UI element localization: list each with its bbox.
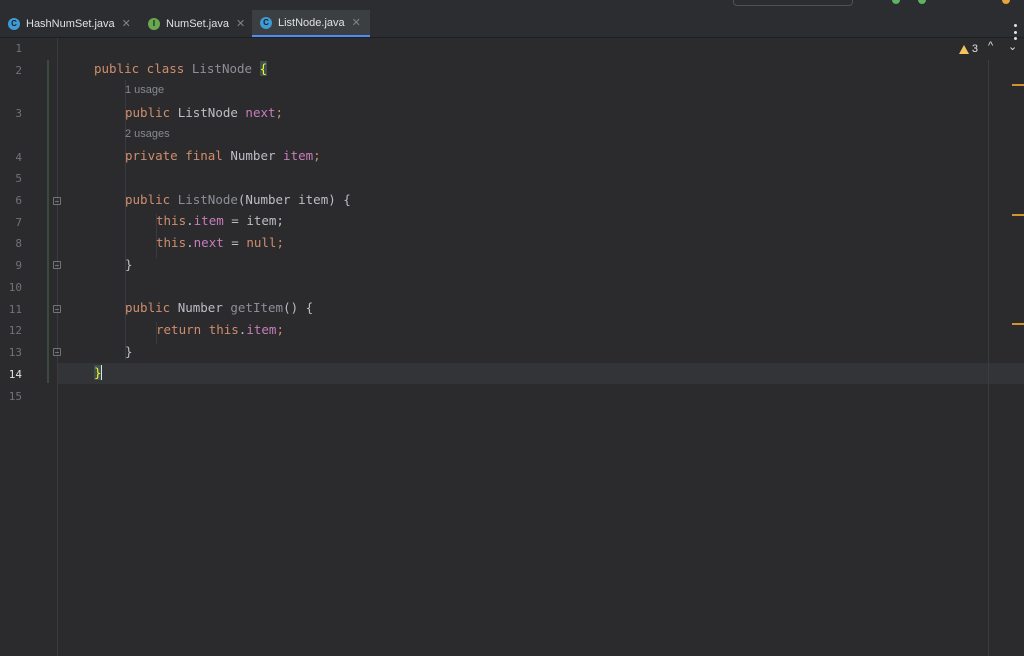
tab-label: NumSet.java bbox=[166, 17, 229, 30]
run-configuration-selector[interactable] bbox=[733, 0, 853, 6]
tab-listnode[interactable]: C ListNode.java ✕ bbox=[252, 10, 370, 37]
type-name: Number bbox=[230, 148, 284, 163]
assignment: = bbox=[223, 235, 247, 250]
field-name: next bbox=[193, 235, 224, 250]
keyword: public bbox=[125, 300, 178, 315]
warning-icon bbox=[958, 44, 969, 54]
line-number: 15 bbox=[8, 390, 22, 403]
line-number: 11 bbox=[8, 303, 22, 316]
line-number: 2 bbox=[15, 64, 22, 77]
tab-label: HashNumSet.java bbox=[26, 17, 115, 30]
line-number: 1 bbox=[15, 42, 22, 55]
debug-icon[interactable] bbox=[918, 0, 926, 4]
field-name: item bbox=[193, 213, 224, 228]
close-icon[interactable]: ✕ bbox=[236, 17, 245, 30]
keyword: this bbox=[156, 213, 187, 228]
code-line-8: this.next = null; bbox=[156, 235, 284, 250]
code-line-3: public ListNode next; bbox=[125, 105, 283, 120]
text-caret bbox=[100, 365, 102, 380]
run-icon[interactable] bbox=[892, 0, 900, 4]
semicolon: ; bbox=[276, 322, 284, 337]
inspection-widget[interactable]: 3 bbox=[958, 43, 978, 55]
field-name: next bbox=[245, 105, 276, 120]
code-line-7: this.item = item; bbox=[156, 213, 284, 228]
main-toolbar bbox=[0, 0, 1024, 10]
warning-stripe-marker[interactable] bbox=[1012, 214, 1024, 216]
keyword: public bbox=[125, 192, 178, 207]
closing-brace: } bbox=[125, 257, 133, 272]
constructor-name: ListNode bbox=[177, 192, 238, 207]
right-margin-guide bbox=[988, 60, 989, 656]
params: () { bbox=[283, 300, 314, 315]
dot: . bbox=[186, 213, 194, 228]
type-name: Number bbox=[177, 300, 231, 315]
usage-hint[interactable]: 1 usage bbox=[125, 84, 164, 96]
semicolon: ; bbox=[313, 148, 321, 163]
line-number: 12 bbox=[8, 324, 22, 337]
editor-tab-bar: C HashNumSet.java ✕ I NumSet.java ✕ C Li… bbox=[0, 10, 1024, 40]
interface-icon: I bbox=[148, 17, 160, 30]
code-line-2: public class ListNode { bbox=[94, 61, 268, 76]
code-editor[interactable]: public class ListNode { 1 usage public L… bbox=[58, 38, 1024, 656]
matched-brace: { bbox=[259, 61, 268, 76]
tab-hashnumset[interactable]: C HashNumSet.java ✕ bbox=[0, 10, 140, 37]
code-line-14: } bbox=[94, 365, 102, 380]
line-number: 9 bbox=[15, 259, 22, 272]
close-icon[interactable]: ✕ bbox=[122, 17, 131, 30]
class-icon: C bbox=[8, 17, 20, 30]
method-name: getItem bbox=[230, 300, 284, 315]
tab-label: ListNode.java bbox=[278, 16, 345, 29]
vcs-change-marker bbox=[47, 60, 49, 383]
field-name: item bbox=[246, 322, 277, 337]
line-number: 7 bbox=[15, 216, 22, 229]
line-number: 5 bbox=[15, 172, 22, 185]
line-number: 4 bbox=[15, 151, 22, 164]
closing-brace: } bbox=[125, 344, 133, 359]
dot: . bbox=[186, 235, 194, 250]
warning-stripe-marker[interactable] bbox=[1012, 84, 1024, 86]
line-number: 13 bbox=[8, 346, 22, 359]
class-name: ListNode bbox=[191, 61, 253, 76]
warning-count: 3 bbox=[971, 43, 978, 55]
code-line-13: } bbox=[125, 344, 133, 359]
type-name: ListNode bbox=[177, 105, 246, 120]
line-number-gutter: 1 2 3 4 5 6 7 8 9 10 11 12 13 14 15 bbox=[0, 38, 61, 656]
field-name: item bbox=[283, 148, 314, 163]
keyword: this bbox=[208, 322, 239, 337]
warning-stripe-marker[interactable] bbox=[1012, 323, 1024, 325]
code-line-4: private final Number item; bbox=[125, 148, 321, 163]
keyword: this bbox=[156, 235, 187, 250]
previous-highlight-button[interactable]: ^ bbox=[988, 40, 993, 52]
line-number: 10 bbox=[8, 281, 22, 294]
class-icon: C bbox=[260, 16, 272, 29]
line-number: 6 bbox=[15, 194, 22, 207]
close-icon[interactable]: ✕ bbox=[352, 16, 361, 29]
next-highlight-button[interactable]: ⌄ bbox=[1008, 40, 1017, 53]
keyword: null bbox=[246, 235, 277, 250]
params: (Number item) { bbox=[237, 192, 351, 207]
code-line-12: return this.item; bbox=[156, 322, 284, 337]
assignment: = item; bbox=[223, 213, 284, 228]
keyword: public bbox=[125, 105, 178, 120]
usage-hint[interactable]: 2 usages bbox=[125, 128, 170, 140]
current-line-highlight bbox=[58, 363, 1024, 384]
keyword: return bbox=[156, 322, 209, 337]
avatar[interactable] bbox=[1002, 0, 1010, 4]
keyword: private final bbox=[125, 148, 231, 163]
code-line-11: public Number getItem() { bbox=[125, 300, 313, 315]
indent-guide bbox=[125, 80, 126, 360]
line-number: 8 bbox=[15, 237, 22, 250]
keyword: public class bbox=[94, 61, 192, 76]
code-line-6: public ListNode(Number item) { bbox=[125, 192, 351, 207]
current-line-number: 14 bbox=[8, 368, 22, 381]
semicolon: ; bbox=[275, 105, 284, 120]
code-line-9: } bbox=[125, 257, 133, 272]
line-number: 3 bbox=[15, 107, 22, 120]
tab-numset[interactable]: I NumSet.java ✕ bbox=[140, 10, 252, 37]
semicolon: ; bbox=[276, 235, 284, 250]
